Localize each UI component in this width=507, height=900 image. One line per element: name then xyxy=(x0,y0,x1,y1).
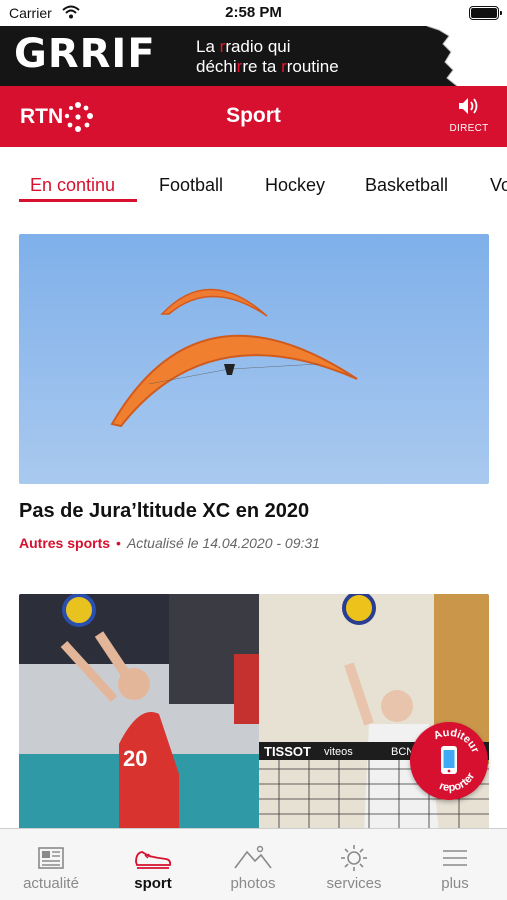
article-date: Actualisé le 14.04.2020 - 09:31 xyxy=(126,535,320,551)
svg-text:TISSOT: TISSOT xyxy=(264,744,311,759)
page-title: Sport xyxy=(226,104,281,127)
article-image-paragliders[interactable] xyxy=(19,234,489,484)
article-title[interactable]: Pas de Jura’ltitude XC en 2020 xyxy=(19,500,489,523)
direct-button[interactable]: DIRECT xyxy=(441,96,497,134)
ad-banner[interactable]: GRRIF La rradio qui déchirre ta rroutine xyxy=(0,26,507,86)
svg-text:reporter: reporter xyxy=(434,768,480,800)
tab-hockey[interactable]: Hockey xyxy=(265,175,325,196)
tabbar-item-plus[interactable]: plus xyxy=(405,843,505,892)
ad-logo: GRRIF xyxy=(14,31,156,77)
category-tabs: En continu Football Hockey Basketball Vo xyxy=(0,147,507,217)
mountains-icon xyxy=(234,845,272,869)
tabbar-item-services[interactable]: services xyxy=(304,843,404,892)
sneaker-icon xyxy=(135,851,172,869)
article-category[interactable]: Autres sports xyxy=(19,535,110,551)
tabbar-item-actualite[interactable]: actualité xyxy=(1,843,101,892)
bottom-tab-bar: actualité sport photos services plus xyxy=(0,828,507,900)
battery-icon xyxy=(469,6,502,20)
tabbar-item-sport[interactable]: sport xyxy=(103,843,203,892)
tabbar-label: sport xyxy=(134,875,172,892)
tabbar-label: actualité xyxy=(23,875,79,892)
tabbar-label: photos xyxy=(230,875,276,892)
svg-text:Auditeur: Auditeur xyxy=(429,722,486,758)
menu-icon xyxy=(443,850,467,866)
speaker-icon xyxy=(459,98,478,114)
tab-volleyball[interactable]: Vo xyxy=(490,175,507,196)
tabbar-label: plus xyxy=(441,875,469,892)
direct-label: DIRECT xyxy=(449,123,489,134)
ad-tagline: La rradio qui déchirre ta rroutine xyxy=(196,37,339,76)
reporter-phone-icon: Auditeur reporter xyxy=(429,720,486,800)
tabbar-label: services xyxy=(326,875,382,892)
torn-paper-graphic xyxy=(426,26,507,86)
sun-icon xyxy=(341,845,367,871)
svg-text:viteos: viteos xyxy=(324,746,353,758)
status-bar: Carrier 2:58 PM xyxy=(0,0,507,26)
tab-football[interactable]: Football xyxy=(159,175,223,196)
article-card[interactable]: Pas de Jura’ltitude XC en 2020 Autres sp… xyxy=(19,234,489,551)
article-meta: Autres sports • Actualisé le 14.04.2020 - … xyxy=(19,535,320,551)
tab-basketball[interactable]: Basketball xyxy=(365,175,448,196)
app-header: RTN Sport DIRECT xyxy=(0,86,507,147)
active-tab-indicator xyxy=(19,199,137,202)
status-time: 2:58 PM xyxy=(225,4,282,21)
svg-text:20: 20 xyxy=(123,746,147,771)
tab-en-continu[interactable]: En continu xyxy=(30,175,115,196)
tabbar-item-photos[interactable]: photos xyxy=(203,843,303,892)
auditeur-reporter-button[interactable]: Auditeur reporter xyxy=(410,720,488,800)
newspaper-icon xyxy=(38,847,64,869)
